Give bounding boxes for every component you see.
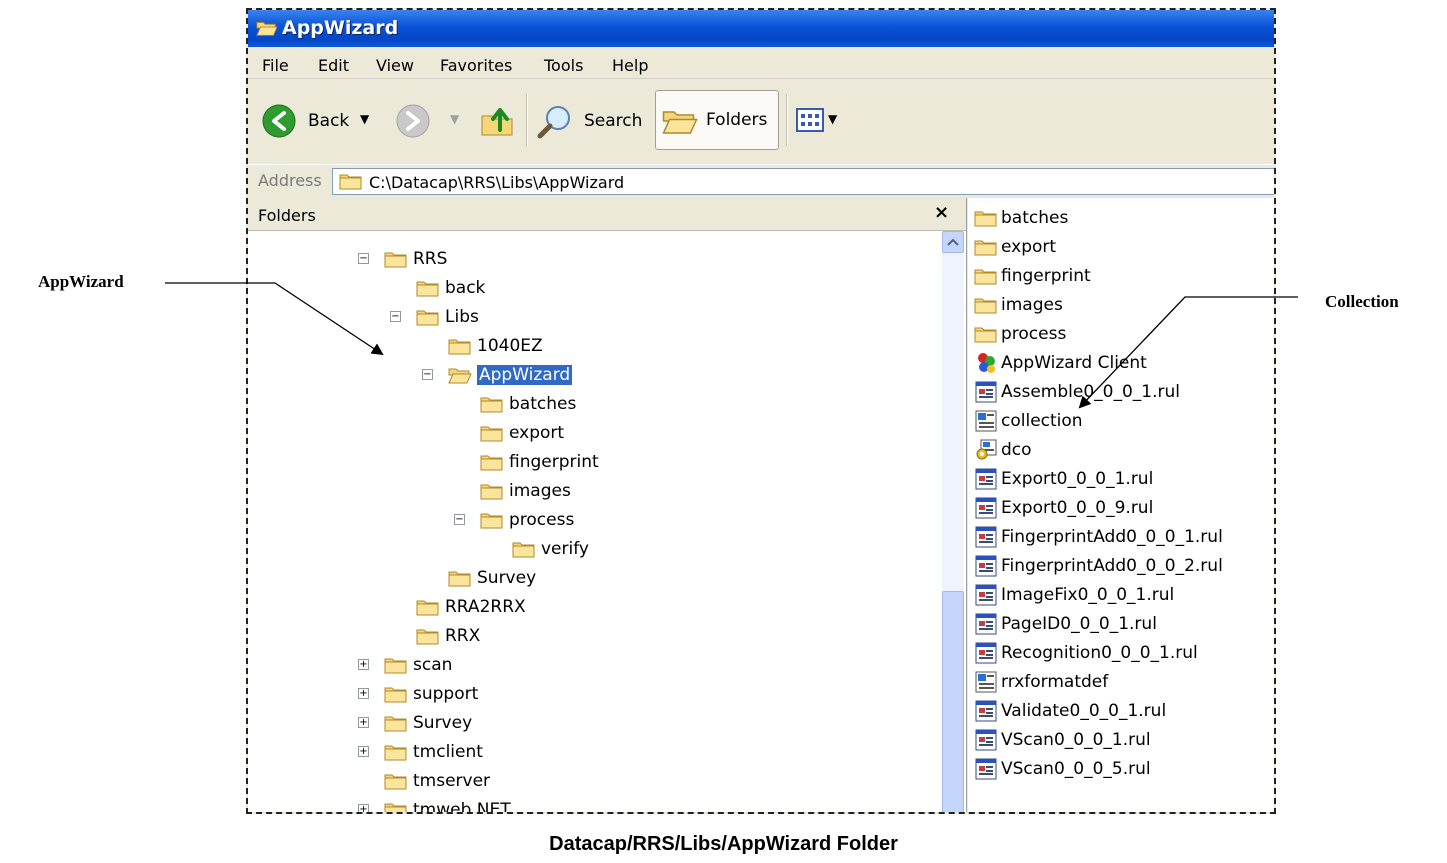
figure-caption: Datacap/RRS/Libs/AppWizard Folder (549, 833, 898, 855)
appwizard-callout-arrow (165, 282, 384, 356)
collection-callout-arrow (1078, 296, 1298, 409)
callout-arrows (165, 282, 1298, 409)
